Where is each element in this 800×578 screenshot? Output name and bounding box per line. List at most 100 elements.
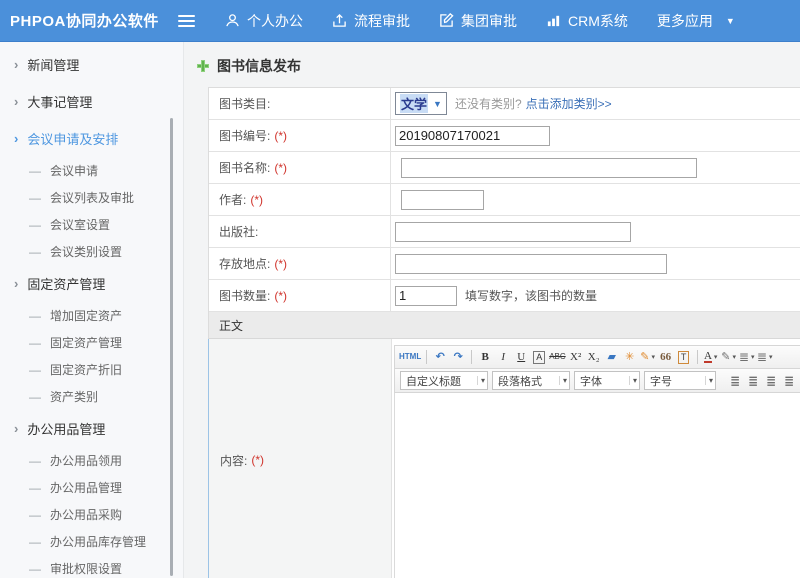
sidebar-subitem[interactable]: —审批权限设置 bbox=[0, 555, 183, 578]
nav-more-apps[interactable]: 更多应用 bbox=[657, 11, 713, 31]
editor-content-area[interactable] bbox=[394, 393, 800, 578]
strikethrough-icon[interactable]: ABC bbox=[549, 348, 565, 366]
quantity-hint: 填写数字，该图书的数量 bbox=[465, 287, 597, 304]
publisher-input[interactable] bbox=[395, 222, 631, 242]
sidebar-group-item[interactable]: ›新闻管理 bbox=[0, 46, 183, 83]
align-center-glyph: ≣ bbox=[748, 375, 758, 387]
sidebar-subitem-label: 固定资产折旧 bbox=[50, 361, 122, 378]
sidebar-subitem[interactable]: —增加固定资产 bbox=[0, 302, 183, 329]
superscript-icon[interactable]: X² bbox=[568, 348, 584, 366]
category-select[interactable]: 文学 ▼ bbox=[395, 92, 447, 115]
location-input[interactable] bbox=[395, 254, 667, 274]
sidebar-subitem-label: 资产类别 bbox=[50, 388, 98, 405]
sidebar-subitem-label: 会议室设置 bbox=[50, 216, 110, 233]
sidebar-group-item[interactable]: ›固定资产管理 bbox=[0, 265, 183, 302]
required-mark: (*) bbox=[274, 257, 287, 271]
sidebar-group-item[interactable]: ›大事记管理 bbox=[0, 83, 183, 120]
paste-as-text-icon[interactable]: T bbox=[676, 348, 692, 366]
redo-icon[interactable]: ↷ bbox=[450, 348, 466, 366]
sidebar-subitem[interactable]: —固定资产折旧 bbox=[0, 356, 183, 383]
blockquote-icon[interactable]: 66 bbox=[658, 348, 674, 366]
underline-icon[interactable]: U bbox=[513, 348, 529, 366]
field-label: 图书编号: bbox=[219, 127, 270, 144]
editor-toolbar-row1: HTML↶↷BIUAABCX²X₂▰✳✎▾66TA▾✎▾≣▾≣▾ bbox=[394, 345, 800, 368]
underline-glyph: U bbox=[517, 352, 525, 363]
section-header-body: 正文 bbox=[209, 312, 800, 339]
blockquote-glyph: 66 bbox=[660, 352, 671, 363]
book-name-input[interactable] bbox=[401, 158, 697, 178]
rich-text-editor: HTML↶↷BIUAABCX²X₂▰✳✎▾66TA▾✎▾≣▾≣▾ 自定义标题▾段… bbox=[394, 345, 800, 578]
dash-icon: — bbox=[29, 508, 41, 522]
form-row-content: 内容: (*) HTML↶↷BIUAABCX²X₂▰✳✎▾66TA▾✎▾≣▾≣▾… bbox=[208, 339, 800, 578]
align-left-icon[interactable]: ≣ bbox=[727, 372, 743, 390]
sidebar-subitem[interactable]: —办公用品领用 bbox=[0, 447, 183, 474]
redo-glyph: ↷ bbox=[454, 352, 463, 363]
sidebar-group-item[interactable]: ›会议申请及安排 bbox=[0, 120, 183, 157]
char-border-icon[interactable]: A bbox=[531, 348, 547, 366]
nav-group-approval[interactable]: 集团审批 bbox=[439, 11, 517, 31]
format-painter-icon[interactable]: ✎▾ bbox=[640, 348, 656, 366]
author-input[interactable] bbox=[401, 190, 484, 210]
italic-icon[interactable]: I bbox=[495, 348, 511, 366]
caret-down-icon: ▾ bbox=[652, 353, 656, 361]
nav-process-approval[interactable]: 流程审批 bbox=[332, 11, 410, 31]
unordered-list-icon[interactable]: ≣▾ bbox=[757, 348, 773, 366]
nav-crm-system[interactable]: CRM系统 bbox=[546, 11, 628, 31]
eraser-icon[interactable]: ▰ bbox=[604, 348, 620, 366]
subscript-icon[interactable]: X₂ bbox=[586, 348, 602, 366]
sidebar-group-label: 固定资产管理 bbox=[27, 274, 105, 293]
bold-icon[interactable]: B bbox=[477, 348, 493, 366]
sidebar-subitem-label: 会议申请 bbox=[50, 162, 98, 179]
required-mark: (*) bbox=[274, 129, 287, 143]
hamburger-menu-icon[interactable] bbox=[178, 15, 195, 27]
sidebar-subitem[interactable]: —会议室设置 bbox=[0, 211, 183, 238]
sidebar-subitem[interactable]: —会议列表及审批 bbox=[0, 184, 183, 211]
form-row-author: 作者: (*) bbox=[209, 184, 800, 216]
sidebar-scrollbar[interactable] bbox=[170, 118, 173, 576]
add-category-link[interactable]: 点击添加类别>> bbox=[526, 95, 612, 112]
sidebar-subitem[interactable]: —资产类别 bbox=[0, 383, 183, 410]
sidebar-group-item[interactable]: ›办公用品管理 bbox=[0, 410, 183, 447]
justify-icon[interactable]: ≣ bbox=[781, 372, 797, 390]
clean-format-glyph: ✳ bbox=[625, 352, 634, 363]
subscript-glyph: X₂ bbox=[588, 352, 600, 363]
sidebar-subitem[interactable]: —会议申请 bbox=[0, 157, 183, 184]
custom-title-select-label: 自定义标题 bbox=[406, 373, 473, 389]
paragraph-format-select[interactable]: 段落格式▾ bbox=[492, 371, 570, 390]
eraser-glyph: ▰ bbox=[607, 352, 615, 363]
quantity-input[interactable] bbox=[395, 286, 457, 306]
font-size-select[interactable]: 字号▾ bbox=[644, 371, 716, 390]
font-color-glyph: A bbox=[704, 351, 712, 363]
caret-down-icon[interactable]: ▼ bbox=[726, 16, 735, 26]
nav-personal-office[interactable]: 个人办公 bbox=[225, 11, 303, 31]
user-icon bbox=[225, 13, 240, 28]
sidebar-subitem[interactable]: —固定资产管理 bbox=[0, 329, 183, 356]
chevron-right-icon: › bbox=[14, 132, 18, 145]
html-source-icon[interactable]: HTML bbox=[399, 348, 421, 366]
sidebar-group-label: 新闻管理 bbox=[27, 55, 79, 74]
bar-chart-icon bbox=[546, 13, 561, 28]
clean-format-icon[interactable]: ✳ bbox=[622, 348, 638, 366]
sidebar: ›新闻管理›大事记管理›会议申请及安排—会议申请—会议列表及审批—会议室设置—会… bbox=[0, 42, 184, 578]
italic-glyph: I bbox=[501, 352, 505, 363]
sidebar-subitem[interactable]: —会议类别设置 bbox=[0, 238, 183, 265]
custom-title-select[interactable]: 自定义标题 ▾ bbox=[400, 371, 488, 390]
undo-icon[interactable]: ↶ bbox=[432, 348, 448, 366]
sidebar-subitem[interactable]: —办公用品库存管理 bbox=[0, 528, 183, 555]
align-center-icon[interactable]: ≣ bbox=[745, 372, 761, 390]
book-no-input[interactable] bbox=[395, 126, 550, 146]
font-color-icon[interactable]: A▾ bbox=[703, 348, 719, 366]
highlight-pen-icon[interactable]: ✎▾ bbox=[721, 348, 737, 366]
sidebar-subitem[interactable]: —办公用品管理 bbox=[0, 474, 183, 501]
font-family-select[interactable]: 字体▾ bbox=[574, 371, 640, 390]
sidebar-subitem[interactable]: —办公用品采购 bbox=[0, 501, 183, 528]
align-right-icon[interactable]: ≣ bbox=[763, 372, 779, 390]
dash-icon: — bbox=[29, 535, 41, 549]
field-label: 图书名称: bbox=[219, 159, 270, 176]
form-row-location: 存放地点: (*) bbox=[209, 248, 800, 280]
font-size-select-label: 字号 bbox=[650, 373, 701, 389]
sidebar-group-label: 办公用品管理 bbox=[27, 419, 105, 438]
ordered-list-icon[interactable]: ≣▾ bbox=[739, 348, 755, 366]
caret-down-icon: ▾ bbox=[477, 376, 485, 385]
strikethrough-glyph: ABC bbox=[549, 353, 565, 361]
